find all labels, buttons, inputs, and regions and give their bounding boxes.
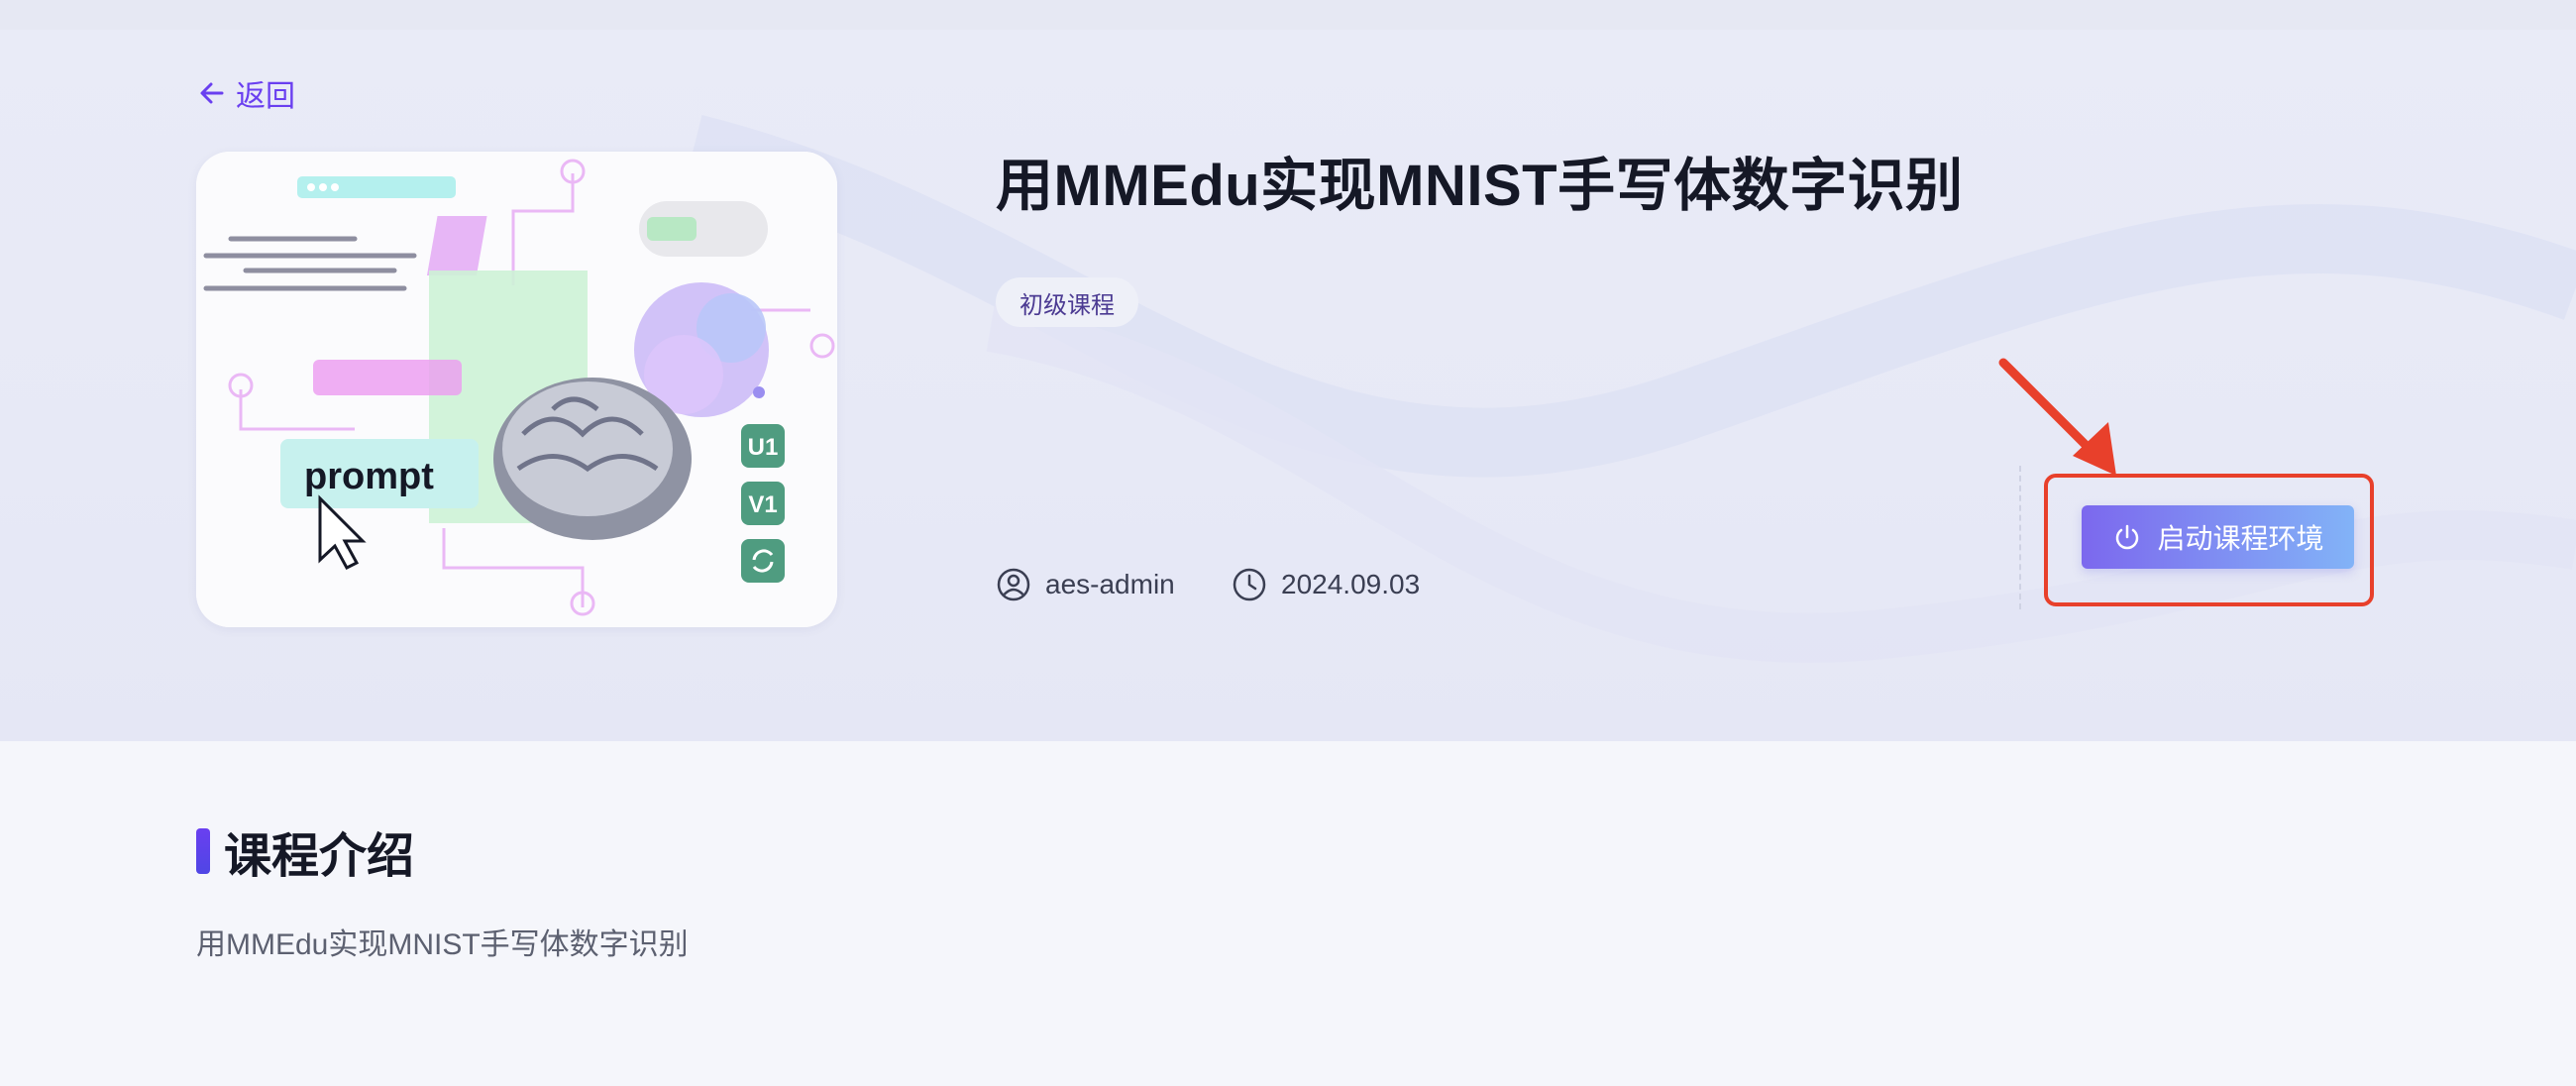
power-icon bbox=[2116, 524, 2139, 550]
course-cover-image: prompt U1 V1 bbox=[196, 152, 837, 627]
clock-icon bbox=[1233, 568, 1266, 601]
vertical-divider bbox=[2019, 466, 2021, 609]
intro-section-header: 课程介绍 bbox=[196, 816, 414, 886]
author-name: aes-admin bbox=[1045, 569, 1175, 599]
course-title: 用MMEdu实现MNIST手写体数字识别 bbox=[996, 154, 1964, 218]
back-button[interactable]: 返回 bbox=[196, 71, 295, 115]
launch-label: 启动课程环境 bbox=[2157, 523, 2324, 554]
meta-date: 2024.09.03 bbox=[1232, 567, 1420, 602]
launch-environment-button[interactable]: 启动课程环境 bbox=[2082, 505, 2354, 569]
cover-badge-u1: U1 bbox=[748, 434, 779, 461]
top-strip bbox=[0, 0, 2576, 30]
intro-heading: 课程介绍 bbox=[224, 830, 415, 883]
intro-body: 用MMEdu实现MNIST手写体数字识别 bbox=[196, 928, 689, 961]
cover-prompt-text: prompt bbox=[304, 456, 434, 497]
cover-badge-v1: V1 bbox=[748, 491, 777, 518]
user-icon bbox=[997, 568, 1030, 601]
publish-date: 2024.09.03 bbox=[1281, 569, 1421, 599]
arrow-left-icon bbox=[200, 82, 224, 104]
course-hero: 返回 prompt U1 V1 用MMEdu实现MNIST手写体数字识别 初级课… bbox=[0, 30, 2576, 741]
course-level-tag: 初级课程 bbox=[996, 277, 1138, 327]
refresh-icon bbox=[741, 539, 785, 583]
meta-author: aes-admin bbox=[996, 567, 1175, 602]
back-label: 返回 bbox=[236, 80, 295, 113]
section-accent-bar bbox=[196, 828, 210, 874]
